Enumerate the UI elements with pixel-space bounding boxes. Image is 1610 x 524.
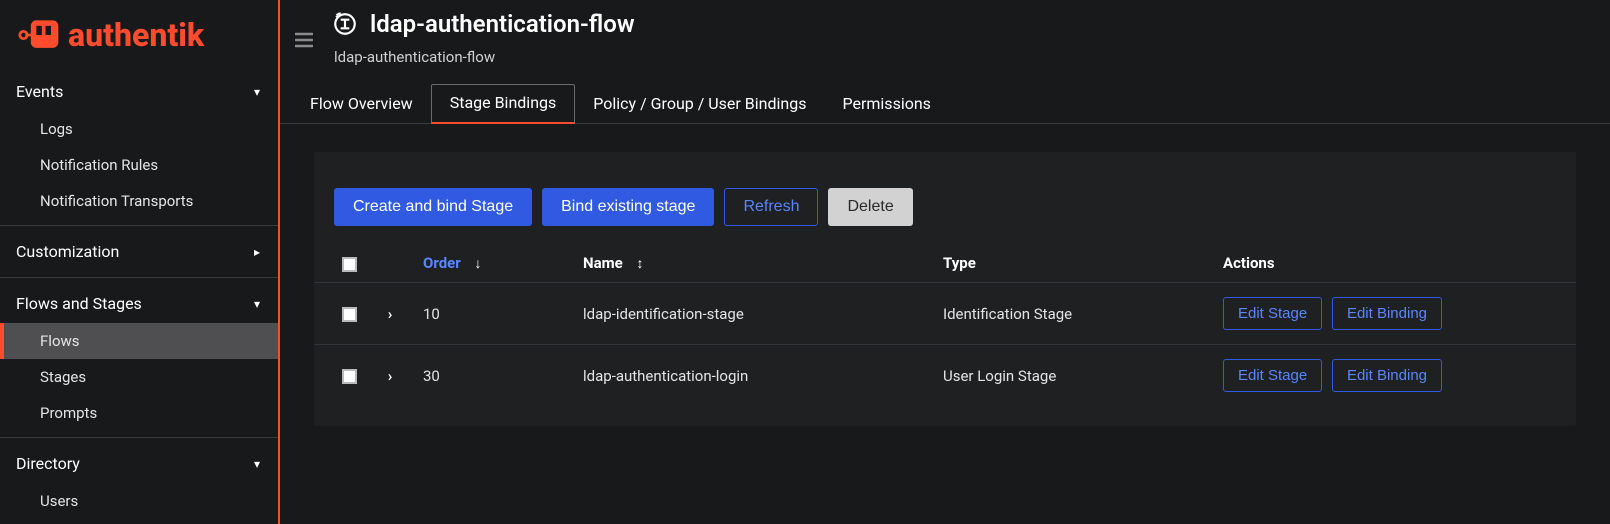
delete-button[interactable]: Delete bbox=[828, 188, 912, 226]
refresh-button[interactable]: Refresh bbox=[724, 188, 818, 226]
nav-group-directory[interactable]: Directory ▾ bbox=[0, 444, 278, 483]
flow-icon bbox=[332, 11, 358, 37]
chevron-down-icon: ▾ bbox=[254, 85, 260, 99]
edit-binding-button[interactable]: Edit Binding bbox=[1332, 359, 1442, 392]
main: ldap-authentication-flow ldap-authentica… bbox=[280, 0, 1610, 524]
create-bind-stage-button[interactable]: Create and bind Stage bbox=[334, 188, 532, 226]
nav-item-notification-rules[interactable]: Notification Rules bbox=[0, 147, 278, 183]
expand-row-icon[interactable]: › bbox=[388, 305, 393, 323]
col-order[interactable]: Order ↓ bbox=[411, 244, 571, 283]
chevron-down-icon: ▾ bbox=[254, 297, 260, 311]
edit-stage-button[interactable]: Edit Stage bbox=[1223, 359, 1322, 392]
cell-type: User Login Stage bbox=[931, 345, 1211, 407]
table-row: › 30 ldap-authentication-login User Logi… bbox=[314, 345, 1576, 407]
nav-group-label: Events bbox=[16, 82, 63, 101]
nav-item-notification-transports[interactable]: Notification Transports bbox=[0, 183, 278, 219]
chevron-right-icon: ▸ bbox=[254, 245, 260, 259]
divider bbox=[0, 277, 278, 278]
row-checkbox[interactable] bbox=[342, 307, 357, 322]
page-subtitle: ldap-authentication-flow bbox=[332, 48, 635, 66]
tab-flow-overview[interactable]: Flow Overview bbox=[292, 86, 431, 123]
tab-policy-bindings[interactable]: Policy / Group / User Bindings bbox=[575, 86, 824, 123]
nav-group-events[interactable]: Events ▾ bbox=[0, 72, 278, 111]
tabs: Flow Overview Stage Bindings Policy / Gr… bbox=[280, 66, 1610, 124]
table-row: › 10 ldap-identification-stage Identific… bbox=[314, 283, 1576, 345]
nav-item-stages[interactable]: Stages bbox=[0, 359, 278, 395]
col-name[interactable]: Name ↕ bbox=[571, 244, 931, 283]
logo[interactable]: authentik bbox=[0, 0, 278, 70]
divider bbox=[0, 437, 278, 438]
sidebar: authentik Events ▾ Logs Notification Rul… bbox=[0, 0, 280, 524]
col-label: Order bbox=[423, 254, 461, 272]
expand-row-icon[interactable]: › bbox=[388, 367, 393, 385]
content: Create and bind Stage Bind existing stag… bbox=[280, 124, 1610, 524]
tab-stage-bindings[interactable]: Stage Bindings bbox=[431, 84, 576, 124]
topbar: ldap-authentication-flow ldap-authentica… bbox=[280, 0, 1610, 66]
row-checkbox[interactable] bbox=[342, 369, 357, 384]
chevron-down-icon: ▾ bbox=[254, 457, 260, 471]
edit-binding-button[interactable]: Edit Binding bbox=[1332, 297, 1442, 330]
bindings-table: Order ↓ Name ↕ Type Actions › bbox=[314, 244, 1576, 406]
cell-type: Identification Stage bbox=[931, 283, 1211, 345]
cell-order: 30 bbox=[411, 345, 571, 407]
col-type: Type bbox=[931, 244, 1211, 283]
nav: Events ▾ Logs Notification Rules Notific… bbox=[0, 70, 278, 521]
cell-name: ldap-identification-stage bbox=[571, 283, 931, 345]
nav-group-customization[interactable]: Customization ▸ bbox=[0, 232, 278, 271]
nav-group-label: Directory bbox=[16, 454, 80, 473]
nav-group-flows-stages[interactable]: Flows and Stages ▾ bbox=[0, 284, 278, 323]
sort-icon: ↕ bbox=[636, 256, 643, 272]
sidebar-toggle[interactable] bbox=[284, 20, 324, 60]
sort-down-icon: ↓ bbox=[474, 256, 481, 272]
col-actions: Actions bbox=[1211, 244, 1576, 283]
divider bbox=[0, 225, 278, 226]
nav-item-logs[interactable]: Logs bbox=[0, 111, 278, 147]
edit-stage-button[interactable]: Edit Stage bbox=[1223, 297, 1322, 330]
tab-permissions[interactable]: Permissions bbox=[824, 86, 948, 123]
cell-order: 10 bbox=[411, 283, 571, 345]
bind-existing-stage-button[interactable]: Bind existing stage bbox=[542, 188, 714, 226]
toolbar: Create and bind Stage Bind existing stag… bbox=[314, 188, 1576, 244]
nav-group-label: Customization bbox=[16, 242, 119, 261]
brand-icon bbox=[18, 16, 62, 54]
nav-group-label: Flows and Stages bbox=[16, 294, 142, 313]
col-label: Name bbox=[583, 254, 623, 272]
nav-item-flows[interactable]: Flows bbox=[0, 323, 278, 359]
select-all-checkbox[interactable] bbox=[342, 257, 357, 272]
nav-item-users[interactable]: Users bbox=[0, 483, 278, 519]
brand-name: authentik bbox=[68, 16, 204, 54]
panel: Create and bind Stage Bind existing stag… bbox=[314, 152, 1576, 426]
page-title: ldap-authentication-flow bbox=[370, 10, 635, 38]
cell-name: ldap-authentication-login bbox=[571, 345, 931, 407]
nav-item-prompts[interactable]: Prompts bbox=[0, 395, 278, 431]
hamburger-icon bbox=[292, 28, 316, 52]
